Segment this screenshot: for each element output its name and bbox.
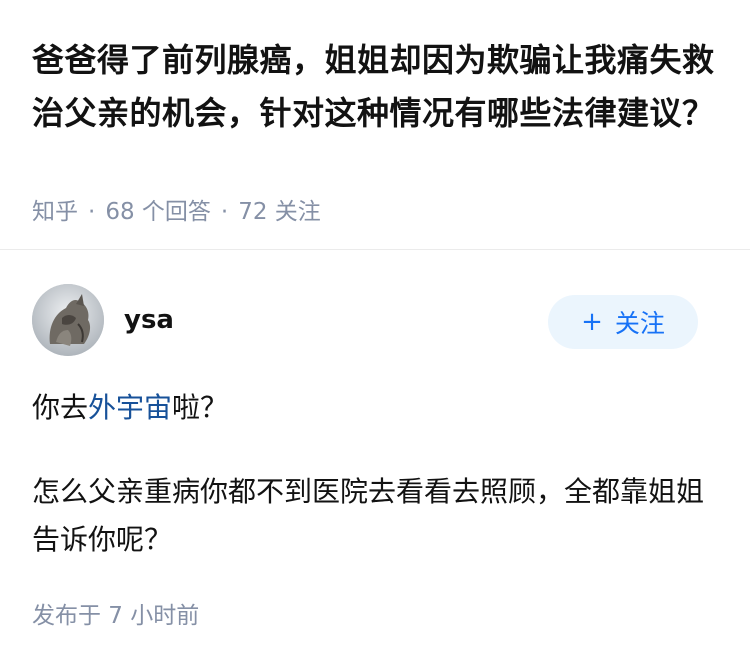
answer-text: 啦？ — [172, 391, 229, 424]
zhihu-answer-page: 爸爸得了前列腺癌，姐姐却因为欺骗让我痛失救治父亲的机会，针对这种情况有哪些法律建… — [0, 0, 750, 666]
plus-icon: + — [581, 307, 603, 337]
author-avatar[interactable] — [32, 284, 104, 356]
publish-time: 发布于 7 小时前 — [32, 603, 200, 629]
question-title[interactable]: 爸爸得了前列腺癌，姐姐却因为欺骗让我痛失救治父亲的机会，针对这种情况有哪些法律建… — [32, 34, 722, 140]
follow-button-label: 关注 — [614, 309, 665, 338]
question-header: 爸爸得了前列腺癌，姐姐却因为欺骗让我痛失救治父亲的机会，针对这种情况有哪些法律建… — [0, 0, 750, 250]
answer-text: 你去 — [32, 391, 89, 424]
follow-count[interactable]: 72 关注 — [238, 199, 321, 225]
question-meta: 知乎 · 68 个回答 · 72 关注 — [32, 196, 321, 228]
answer-paragraph: 你去外宇宙啦？ — [32, 384, 228, 432]
meta-separator: · — [220, 199, 229, 225]
follow-button[interactable]: + 关注 — [548, 295, 698, 349]
author-name[interactable]: ysa — [124, 303, 174, 337]
answer-count[interactable]: 68 个回答 — [105, 199, 211, 225]
keyword-link[interactable]: 外宇宙 — [88, 391, 172, 424]
source-label[interactable]: 知乎 — [32, 199, 78, 225]
meta-separator: · — [88, 199, 96, 225]
wolf-avatar-icon — [32, 284, 104, 356]
answer-paragraph: 怎么父亲重病你都不到医院去看看去照顾，全都靠姐姐告诉你呢？ — [32, 475, 705, 556]
